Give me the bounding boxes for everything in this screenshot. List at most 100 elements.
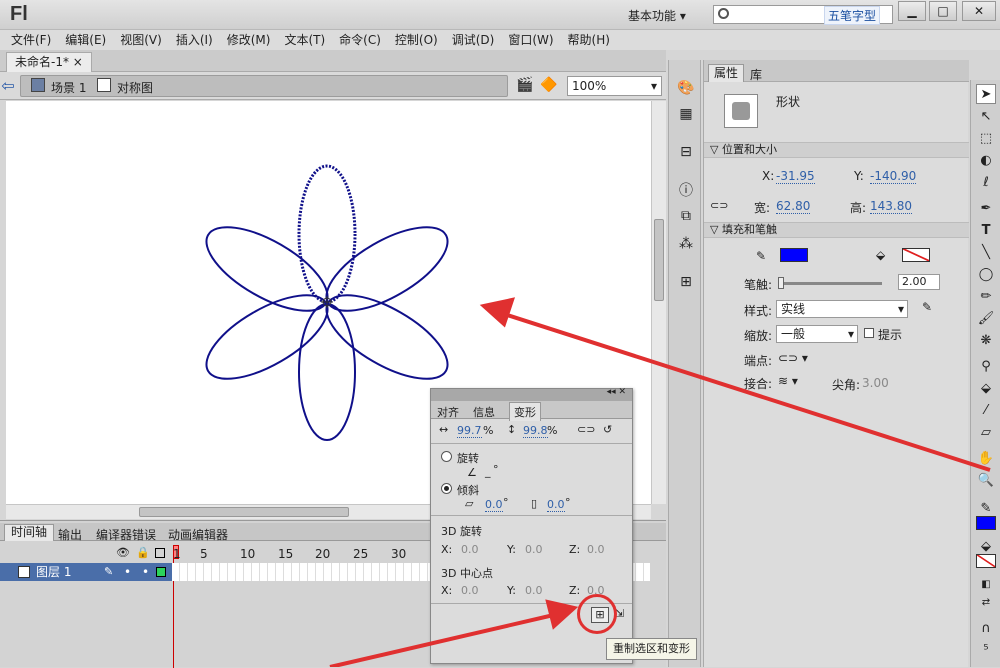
menu-file[interactable]: 文件(F) [4,30,58,50]
stroke-width-input[interactable]: 2.00 [898,274,940,290]
tab-library[interactable]: 库 [750,66,762,83]
zoom-select[interactable]: 100% ▾ [567,76,662,96]
x-field[interactable]: -31.95 [776,169,815,184]
reset-icon[interactable]: ↺ [603,423,612,436]
menu-control[interactable]: 控制(O) [388,30,445,50]
skew-v-field[interactable]: 0.0 [547,498,565,512]
bone-tool-icon[interactable]: ⚲ [976,356,996,376]
outline-color-swatch[interactable] [156,567,166,577]
lock-ratio-icon[interactable]: ⊂⊃ [710,199,728,212]
line-tool-icon[interactable]: ╲ [976,242,996,262]
scroll-thumb[interactable] [139,507,349,517]
snap-magnet-icon[interactable]: ∩ [976,618,996,638]
panel-titlebar[interactable]: ◂◂ ✕ [431,387,632,401]
skew-radio[interactable] [441,483,452,494]
menu-commands[interactable]: 命令(C) [332,30,388,50]
tab-properties[interactable]: 属性 [708,64,745,82]
y-field[interactable]: -140.90 [870,169,917,184]
eye-icon[interactable]: 👁 [116,546,130,559]
position-size-header[interactable]: ▽ 位置和大小 [704,142,969,158]
transform-panel-icon[interactable]: ⊞ [676,272,696,292]
maximize-button[interactable]: □ [929,1,957,21]
width-field[interactable]: 62.80 [776,199,811,214]
stroke-slider[interactable] [778,277,882,289]
layer-row[interactable]: 图层 1 ✎ • • [0,563,172,581]
components-panel-icon[interactable]: ⧉ [676,206,696,226]
visibility-dot[interactable]: • [124,563,131,581]
tab-info[interactable]: 信息 [473,404,495,420]
eraser-tool-icon[interactable]: ▱ [976,422,996,442]
lasso-tool-icon[interactable]: ℓ [976,172,996,192]
scale-select[interactable]: 一般 ▾ [776,325,858,343]
motion-presets-icon[interactable]: ⁂ [676,234,696,254]
tab-close-icon[interactable]: × [73,55,83,69]
lock-dot[interactable]: • [142,563,149,581]
subselection-tool-icon[interactable]: ↖ [976,106,996,126]
rot3d-z-field[interactable]: 0.0 [587,543,605,556]
back-arrow-icon[interactable]: ⇦ [0,76,18,96]
tool-stroke-swatch[interactable] [976,516,996,530]
rot3d-x-field[interactable]: 0.0 [461,543,479,556]
zoom-tool-icon[interactable]: 🔍 [976,470,996,490]
lock-icon[interactable]: 🔒 [136,546,150,559]
join-select[interactable]: ≋ ▾ [778,374,798,388]
deco-tool-icon[interactable]: ❋ [976,330,996,350]
3d-rotation-tool-icon[interactable]: ◐ [976,150,996,170]
rot3d-y-field[interactable]: 0.0 [525,543,543,556]
breadcrumb-symbol[interactable]: 对称图 [117,79,153,96]
stage-vertical-scrollbar[interactable] [651,101,666,504]
align-panel-icon[interactable]: ⊟ [676,142,696,162]
swap-colors-icon[interactable]: ⇄ [976,592,996,612]
pencil-tool-icon[interactable]: ✏ [976,286,996,306]
document-tab[interactable]: 未命名-1* × [6,52,92,72]
text-tool-icon[interactable]: T [976,220,996,240]
menu-debug[interactable]: 调试(D) [445,30,502,50]
oval-tool-icon[interactable]: ◯ [976,264,996,284]
menu-insert[interactable]: 插入(I) [169,30,220,50]
close-button[interactable]: ✕ [962,1,996,21]
miter-field[interactable]: 3.00 [862,376,889,390]
paint-bucket-tool-icon[interactable]: ⬙ [976,378,996,398]
hint-checkbox[interactable] [864,328,874,338]
cap-select[interactable]: ⊂⊃ ▾ [778,351,808,365]
free-transform-tool-icon[interactable]: ⬚ [976,128,996,148]
style-select[interactable]: 实线 ▾ [776,300,908,318]
fill-stroke-header[interactable]: ▽ 填充和笔触 [704,222,969,238]
color-panel-icon[interactable]: 🎨 [676,78,696,98]
workspace-switcher[interactable]: 基本功能 ▾ [628,7,686,24]
center3d-x-field[interactable]: 0.0 [461,584,479,597]
tab-transform[interactable]: 变形 [509,402,541,421]
tab-compiler-errors[interactable]: 编译器错误 [96,526,156,543]
tool-fill-swatch[interactable] [976,554,996,568]
minimize-button[interactable]: ▁ [898,1,926,21]
edit-symbol-icon[interactable]: 🔶 [540,77,557,93]
black-white-icon[interactable]: ◧ [976,574,996,594]
menu-edit[interactable]: 编辑(E) [58,30,113,50]
tab-timeline[interactable]: 时间轴 [4,524,55,541]
menu-modify[interactable]: 修改(M) [220,30,278,50]
edit-stroke-style-icon[interactable]: ✎ [922,300,932,314]
smooth-icon[interactable]: ⁵ [976,640,996,660]
tab-motion-editor[interactable]: 动画编辑器 [168,526,228,543]
height-scale-field[interactable]: 99.8 [523,424,548,438]
swatches-panel-icon[interactable]: ▦ [676,104,696,124]
eyedropper-tool-icon[interactable]: ⁄ [976,400,996,420]
stroke-color-swatch[interactable] [780,248,808,262]
pen-tool-icon[interactable]: ✒ [976,198,996,218]
selected-petal[interactable] [297,164,357,304]
center3d-y-field[interactable]: 0.0 [525,584,543,597]
fill-color-swatch[interactable] [902,248,930,262]
rotate-radio[interactable] [441,451,452,462]
menu-view[interactable]: 视图(V) [113,30,169,50]
menu-window[interactable]: 窗口(W) [501,30,560,50]
edit-scene-icon[interactable]: 🎬 [516,77,533,93]
tab-align[interactable]: 对齐 [437,404,459,420]
width-scale-field[interactable]: 99.7 [457,424,482,438]
outline-icon[interactable] [155,548,165,558]
skew-h-field[interactable]: 0.0 [485,498,503,512]
breadcrumb-scene[interactable]: 场景 1 [51,79,86,96]
rotate-field[interactable]: _ [485,465,491,478]
info-panel-icon[interactable]: ⓘ [676,180,696,200]
menu-help[interactable]: 帮助(H) [561,30,617,50]
constrain-icon[interactable]: ⊂⊃ [577,423,595,436]
